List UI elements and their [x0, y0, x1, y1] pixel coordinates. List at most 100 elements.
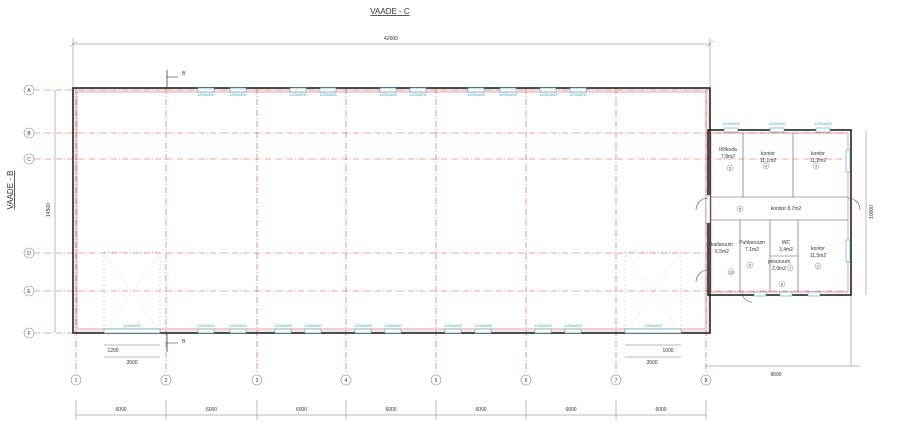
window: [564, 328, 582, 334]
window-tag: 1200x600: [569, 92, 587, 97]
left-door-dim-b: 3500: [126, 360, 137, 366]
section-mark-top: B: [166, 70, 186, 88]
view-title: VAADE - C: [370, 7, 410, 16]
overall-depth-label: 14500: [46, 203, 52, 217]
column-axis-label: 8: [705, 378, 708, 384]
window-tag: 1200x600: [644, 323, 662, 328]
row-axis-label: D: [27, 251, 31, 257]
room-label: pesuruum2,9m28: [768, 259, 790, 288]
window-tag: 1200x600: [768, 121, 786, 126]
room-name: kontor: [811, 246, 825, 252]
room-area: 7,8m2: [721, 154, 735, 160]
bottom-windows: 1200x600 1200x600 1200x600 1200x600 1200x600…: [123, 323, 663, 334]
bay-dimension-label: 6000: [296, 407, 307, 413]
bay-dimension-label: 6000: [565, 407, 576, 413]
window-tag: 1200x600: [564, 323, 582, 328]
room-area: 3,4m2: [779, 247, 793, 253]
section-mark-bottom-label: B: [182, 339, 186, 345]
bay-dimension-label: 6000: [475, 407, 486, 413]
window-tag: 1200x600: [534, 323, 552, 328]
window-tag: 1200x600: [229, 323, 247, 328]
column-axis-label: 4: [345, 378, 348, 384]
window: [444, 328, 462, 334]
room-name: kontor: [761, 151, 775, 157]
column-axis-label: 3: [256, 378, 259, 384]
window-tag: 1200x600: [409, 92, 427, 97]
window-tag: 1200x600: [722, 121, 740, 126]
column-axis-label: 5: [435, 378, 438, 384]
window: [304, 328, 322, 334]
row-axis-label: C: [27, 157, 31, 163]
window: [845, 149, 851, 173]
window-tag: 1200x600: [197, 323, 215, 328]
room-label: kontor11,2m23: [810, 151, 827, 170]
window: [274, 328, 292, 334]
room-name: lõõkoda: [719, 147, 737, 153]
room-name: katlaruum: [711, 242, 733, 248]
window: [845, 239, 851, 263]
window: [474, 328, 492, 334]
window: [807, 291, 821, 297]
window: [384, 328, 402, 334]
window-tag: 1200x600: [379, 92, 397, 97]
window: [769, 127, 785, 133]
window: [354, 328, 372, 334]
window: [534, 328, 552, 334]
floor-plan: VAADE - C VAADE - B 42000 14500 10000 96…: [6, 7, 875, 420]
room-label: lõõkoda7,8m25: [719, 147, 737, 172]
section-mark-top-label: B: [182, 71, 186, 77]
row-axis-label: F: [27, 331, 30, 337]
room-name: koridor 8,7m2: [771, 206, 802, 212]
top-windows: 1200x600 1200x600 1200x600 1200x600 1200x600…: [197, 87, 588, 97]
right-door-dim-b: 1000: [662, 348, 673, 354]
room-label: koridor 8,7m26: [736, 205, 802, 213]
window: [753, 291, 767, 297]
overall-width-dimension: 42000: [69, 36, 714, 90]
window-tag: 1200x600: [474, 323, 492, 328]
annex-width-dimension: 9600: [705, 365, 860, 378]
room-area: 6,5m2: [715, 249, 729, 255]
room-label: kontor11,1m24: [760, 151, 777, 170]
window-tag: 1200x600: [499, 92, 517, 97]
bay-dimension-label: 6000: [115, 407, 126, 413]
side-view-label: VAADE - B: [6, 171, 15, 210]
window-tag: 1200x600: [354, 323, 372, 328]
window-tag: 1200x600: [539, 92, 557, 97]
section-mark-bottom: B: [166, 333, 186, 352]
window: [229, 328, 247, 334]
room-name: kontor: [811, 151, 825, 157]
room-area: 11,2m2: [810, 158, 827, 164]
overall-depth-dimension: 14500: [46, 90, 56, 333]
room-label: kontor11,5m22: [810, 246, 827, 270]
window-tag: 1200x600: [123, 323, 141, 328]
right-door-dim-a: 3500: [646, 360, 657, 366]
room-label: Puhkeruum7,1m29: [739, 240, 765, 269]
window-tag: 1200x600: [319, 92, 337, 97]
overall-width-label: 42000: [384, 36, 398, 42]
room-area: 11,1m2: [760, 158, 777, 164]
bay-dimensions: 6000 6000 6000 6000 6000 6000 6000: [75, 400, 707, 420]
bay-dimension-label: 6000: [206, 407, 217, 413]
left-garage-door: 1200 3500: [103, 251, 161, 366]
room-number: 10: [729, 270, 734, 275]
window-tag: 1200x600: [274, 323, 292, 328]
room-area: 2,9m2: [772, 266, 786, 272]
window-tag: 1200x600: [444, 323, 462, 328]
window-tag: 1200x600: [229, 92, 247, 97]
window: [197, 328, 215, 334]
window-tag: 1200x600: [289, 92, 307, 97]
annex-depth-label: 10000: [869, 205, 875, 219]
room-name: pesuruum: [768, 259, 790, 265]
window-tag: 1200x600: [467, 92, 485, 97]
room-name: WC: [782, 240, 791, 246]
window-tag: 1200x600: [304, 323, 322, 328]
room-name: Puhkeruum: [739, 240, 765, 246]
room-area: 11,5m2: [810, 253, 827, 259]
column-axis-label: 1: [75, 378, 78, 384]
window: [723, 127, 739, 133]
room-area: 7,1m2: [745, 247, 759, 253]
left-door-dim-a: 1200: [107, 348, 118, 354]
room-labels: lõõkoda7,8m25kontor11,1m24kontor11,2m23k…: [711, 147, 827, 288]
window: [779, 291, 793, 297]
right-garage-door: 1000 3500: [624, 251, 682, 366]
